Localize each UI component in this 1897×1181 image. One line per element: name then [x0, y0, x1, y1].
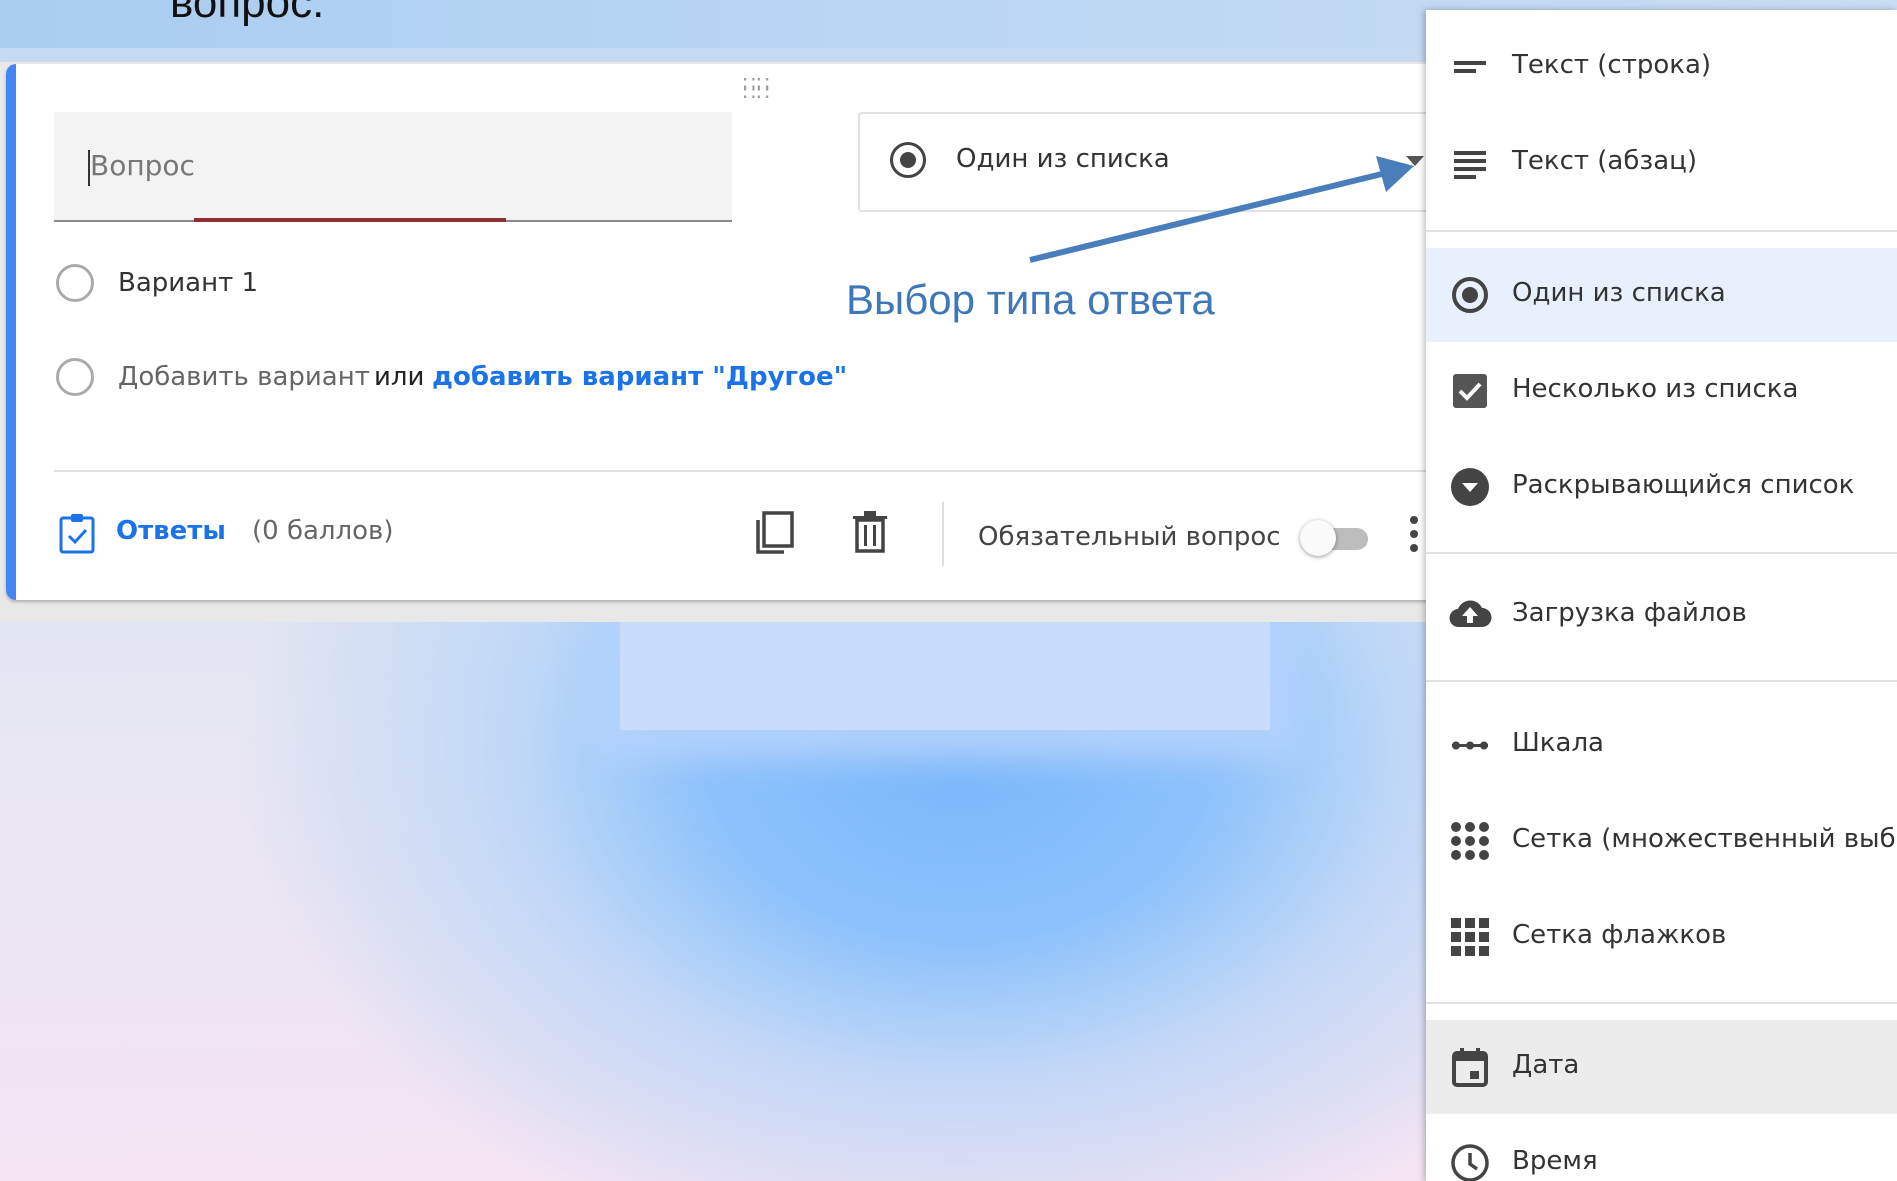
option-label[interactable]: Вариант 1	[118, 268, 258, 298]
cloud-upload-icon	[1449, 600, 1492, 628]
add-or-text: или	[374, 362, 425, 392]
menu-item-time[interactable]: Время	[1426, 1116, 1897, 1181]
background-glow	[620, 620, 1270, 730]
menu-item-label: Время	[1512, 1146, 1598, 1176]
menu-item-label: Дата	[1512, 1050, 1580, 1080]
menu-separator	[1426, 230, 1897, 232]
more-vert-icon[interactable]	[1410, 516, 1420, 560]
checkbox-icon	[1453, 374, 1487, 408]
question-field[interactable]	[54, 112, 732, 222]
drag-handle-icon[interactable]: ∷∷ ∷∷	[743, 73, 770, 103]
required-label: Обязательный вопрос	[978, 522, 1281, 552]
short-text-icon	[1454, 61, 1486, 73]
answer-type-menu[interactable]: Текст (строка) Текст (абзац) Один из спи…	[1426, 10, 1897, 1181]
menu-item-single-choice[interactable]: Один из списка	[1426, 248, 1897, 342]
question-input[interactable]	[88, 148, 692, 183]
menu-item-checkbox-grid[interactable]: Сетка флажков	[1426, 890, 1897, 984]
answer-key-button[interactable]: Ответы	[116, 516, 226, 546]
radio-button-icon	[1452, 277, 1488, 313]
annotation-label: Выбор типа ответа	[846, 276, 1215, 323]
option-row[interactable]: Вариант 1	[56, 260, 756, 306]
menu-item-short-text[interactable]: Текст (строка)	[1426, 20, 1897, 114]
menu-item-label: Сетка флажков	[1512, 920, 1727, 950]
menu-item-paragraph[interactable]: Текст (абзац)	[1426, 116, 1897, 210]
radio-button-icon	[890, 142, 926, 178]
card-divider	[54, 470, 1456, 472]
footer-divider	[942, 502, 944, 566]
toggle-knob	[1300, 520, 1336, 556]
menu-item-label: Шкала	[1512, 728, 1604, 758]
menu-item-checkboxes[interactable]: Несколько из списка	[1426, 344, 1897, 438]
clock-icon	[1451, 1144, 1489, 1181]
menu-item-linear-scale[interactable]: Шкала	[1426, 698, 1897, 792]
linear-scale-icon	[1452, 741, 1488, 750]
answer-key-icon[interactable]	[58, 512, 98, 554]
menu-item-label: Загрузка файлов	[1512, 598, 1747, 628]
copy-icon[interactable]	[752, 510, 796, 556]
menu-item-label: Раскрывающийся список	[1512, 470, 1855, 500]
trash-icon[interactable]	[850, 510, 890, 554]
menu-item-label: Сетка (множественный выбор)	[1512, 824, 1897, 854]
menu-separator	[1426, 680, 1897, 682]
question-focus-underline	[194, 218, 506, 222]
menu-item-label: Текст (абзац)	[1512, 146, 1697, 176]
annotation-arrow	[1029, 156, 1414, 263]
slide-heading-fragment: вопрос.	[170, 0, 325, 27]
grid-squares-icon	[1451, 918, 1489, 956]
card-accent-bar	[6, 64, 16, 600]
radio-empty-icon	[56, 358, 94, 396]
radio-empty-icon	[56, 264, 94, 302]
add-option-row: Добавить вариант или добавить вариант "Д…	[56, 354, 956, 400]
menu-separator	[1426, 552, 1897, 554]
text-caret	[88, 150, 90, 186]
menu-item-date[interactable]: Дата	[1426, 1020, 1897, 1114]
calendar-icon	[1452, 1048, 1488, 1087]
dropdown-icon	[1451, 468, 1489, 506]
menu-item-file-upload[interactable]: Загрузка файлов	[1426, 568, 1897, 662]
menu-item-dropdown[interactable]: Раскрывающийся список	[1426, 440, 1897, 534]
add-other-option-link[interactable]: добавить вариант "Другое"	[432, 362, 847, 392]
menu-item-label: Текст (строка)	[1512, 50, 1712, 80]
menu-separator	[1426, 1002, 1897, 1004]
paragraph-icon	[1454, 151, 1486, 179]
menu-item-multiple-choice-grid[interactable]: Сетка (множественный выбор)	[1426, 794, 1897, 888]
grid-dots-icon	[1451, 822, 1489, 860]
points-label: (0 баллов)	[252, 516, 394, 546]
menu-item-label: Один из списка	[1512, 278, 1726, 308]
required-toggle[interactable]	[1300, 520, 1370, 556]
add-option-button[interactable]: Добавить вариант	[118, 362, 370, 392]
menu-item-label: Несколько из списка	[1512, 374, 1799, 404]
